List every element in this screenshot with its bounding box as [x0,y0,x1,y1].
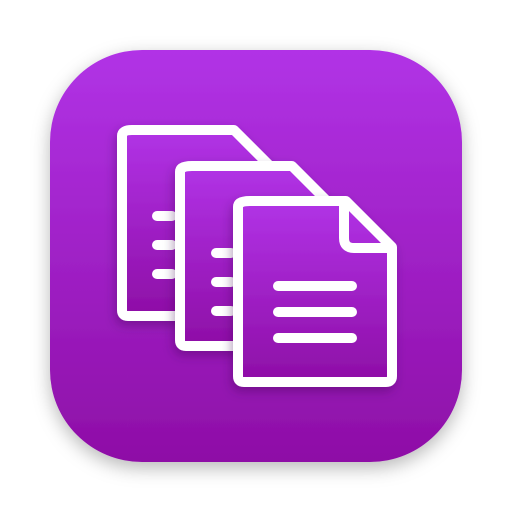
app-icon-canvas [0,0,512,512]
documents-stack-icon[interactable] [0,0,512,512]
document-front-icon [233,196,397,387]
